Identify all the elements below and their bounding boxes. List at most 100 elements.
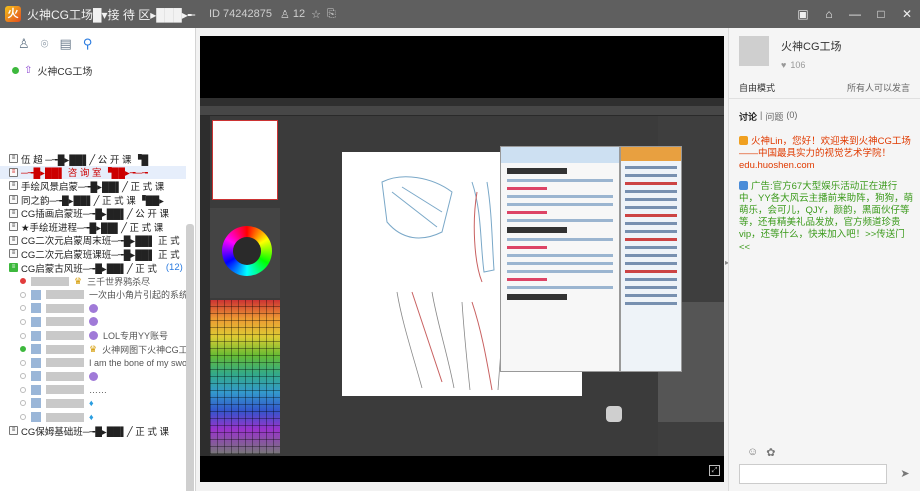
shared-member-list xyxy=(620,146,682,372)
app-logo-icon: 火 xyxy=(5,6,21,22)
window-controls: ▣ ⌂ — □ ✕ xyxy=(796,0,914,28)
member-item[interactable]: ♛火神网图下火神CG工场 xyxy=(0,342,186,356)
ps-navigator-thumb xyxy=(212,120,278,200)
tab-questions[interactable]: 问题 xyxy=(765,110,783,123)
tab-separator: | xyxy=(760,110,763,120)
ps-menubar xyxy=(200,98,724,106)
diamond-icon: ♦ xyxy=(89,398,94,409)
channel-icon: ≡ xyxy=(9,181,18,191)
channel-item-active[interactable]: ≡ CG启蒙古风班─╼█▸██▌╱ 正 式 (12) xyxy=(0,261,186,274)
person-icon: ♙ xyxy=(279,8,290,21)
channel-item[interactable]: ≡ CG保姆基础班─╼█▸██▌╱ 正 式 课 xyxy=(0,424,186,437)
status-icon xyxy=(20,278,26,285)
member-item[interactable]: LOL专用YY账号 xyxy=(0,329,186,343)
member-item[interactable] xyxy=(0,370,186,384)
skin-icon[interactable]: ▣ xyxy=(796,7,810,21)
swatch-grid xyxy=(210,300,280,454)
ps-options-bar xyxy=(200,106,724,116)
member-item[interactable] xyxy=(0,302,186,316)
favorite-star-icon[interactable]: ☆ xyxy=(311,8,321,21)
blurred-name xyxy=(46,358,84,368)
search-icon[interactable]: ⚲ xyxy=(83,36,93,52)
avatar xyxy=(31,330,41,341)
ps-toolbox xyxy=(200,116,210,456)
mode-label: 自由模式 xyxy=(739,83,776,93)
emoji-icon[interactable]: ☺ xyxy=(747,446,758,459)
blurred-name xyxy=(31,276,69,286)
likes[interactable]: ♥ 106 xyxy=(781,60,805,70)
color-panel xyxy=(210,208,280,298)
avatar xyxy=(31,316,41,327)
video-stream[interactable]: ⤢ xyxy=(200,36,724,482)
avatar xyxy=(31,344,41,355)
status-icon xyxy=(20,346,26,353)
blurred-name xyxy=(46,412,84,422)
member-item[interactable]: 一次由小角片引起的系统崩溃 xyxy=(0,288,186,302)
bookmark-icon[interactable]: ▤ xyxy=(59,36,71,52)
channel-item[interactable]: ≡ CG二次元启蒙班课班─╼█▸██▌ 正 式 xyxy=(0,247,186,261)
blurred-name xyxy=(46,398,84,408)
member-item[interactable]: ♦ xyxy=(0,410,186,424)
channel-expanded-icon: ≡ xyxy=(9,263,18,273)
location-icon[interactable]: ⌾ xyxy=(41,36,49,52)
mode-description: 所有人可以发言 xyxy=(846,83,910,93)
shared-chat-window xyxy=(500,146,620,372)
message-welcome: 火神Lin，您好！欢迎来到火神CG工场——中国最具实力的视觉艺术学院！edu.h… xyxy=(739,136,911,172)
title-bar: 火 火神CG工场█▾接 待 区▸███▸╾ ID 74242875 ♙ 12 ☆… xyxy=(0,0,920,28)
status-icon xyxy=(20,414,26,421)
diamond-icon: ♦ xyxy=(89,412,94,423)
sidebar-scrollbar[interactable] xyxy=(186,224,194,491)
chat-messages: 火神Lin，您好！欢迎来到火神CG工场——中国最具实力的视觉艺术学院！edu.h… xyxy=(739,136,915,262)
channel-list: ≡ 伍 超 ─╼█▸██▌╱ 公 开 课 ▝█ ≡ ─╼█▸██▌ 咨 询 室 ▝█… xyxy=(0,152,186,437)
avatar xyxy=(31,371,41,382)
channel-icon: ≡ xyxy=(9,195,18,205)
gift-icon[interactable]: ✿ xyxy=(766,446,775,459)
member-count: ♙ 12 xyxy=(279,8,306,21)
channel-item[interactable]: ≡ CG插画启蒙班─╼█▸██▌╱ 公 开 课 xyxy=(0,206,186,220)
channel-item-selected[interactable]: ≡ ─╼█▸██▌ 咨 询 室 ▝██▸╼─╼ xyxy=(0,165,186,180)
member-item[interactable]: ♛ 三千世界鸦杀尽 xyxy=(0,274,186,288)
channel-sidebar: ♙ ⌾ ▤ ⚲ ⇧ 火神CG工场 ≡ 伍 超 ─╼█▸██▌╱ 公 开 课 ▝█ … xyxy=(0,28,196,491)
channel-icon: ≡ xyxy=(9,249,18,259)
question-count: (0) xyxy=(786,110,798,120)
vip-icon: ♛ xyxy=(89,343,98,354)
chat-tabs: 讨论 | 问题 (0) xyxy=(739,110,797,123)
channel-item[interactable]: ≡ 伍 超 ─╼█▸██▌╱ 公 开 课 ▝█ xyxy=(0,152,186,166)
level-badge-icon xyxy=(89,331,98,341)
chat-input[interactable] xyxy=(739,464,887,484)
channel-icon: ≡ xyxy=(9,235,18,245)
level-badge-icon xyxy=(89,303,98,313)
online-status-icon xyxy=(12,66,19,74)
vip-icon: ♛ xyxy=(74,275,83,286)
avatar xyxy=(31,384,41,395)
fullscreen-icon[interactable]: ⤢ xyxy=(709,465,720,476)
member-item[interactable]: ♦ xyxy=(0,397,186,411)
avatar xyxy=(31,289,41,300)
channel-item[interactable]: ≡ ★手绘班进程─╼█▸██▌╱ 正 式 课 xyxy=(0,220,186,234)
member-item[interactable] xyxy=(0,315,186,329)
minimize-button[interactable]: — xyxy=(848,7,862,21)
channel-item[interactable]: ≡ 同之韵─╼█▸██▌╱ 正 式 课 ▝██▸ xyxy=(0,193,186,206)
heart-icon: ♥ xyxy=(781,60,787,70)
tab-discuss[interactable]: 讨论 xyxy=(739,110,757,123)
contacts-icon[interactable]: ♙ xyxy=(18,36,30,52)
home-icon[interactable]: ⌂ xyxy=(822,7,836,21)
blurred-name xyxy=(46,344,84,354)
channel-item[interactable]: ≡ CG二次元启蒙周末班─╼█▸██▌ 正 式 xyxy=(0,234,186,247)
share-icon[interactable]: ⎘ xyxy=(327,8,336,21)
close-button[interactable]: ✕ xyxy=(900,7,914,21)
channel-icon: ≡ xyxy=(9,222,18,232)
level-badge-icon xyxy=(89,371,98,381)
member-item[interactable]: …… xyxy=(0,383,186,397)
channel-item[interactable]: ≡ 手绘风景启蒙─╼█▸██▌╱ 正 式 课 xyxy=(0,179,186,193)
blurred-name xyxy=(46,331,84,341)
member-item[interactable]: I am the bone of my swo xyxy=(0,356,186,370)
status-icon xyxy=(20,359,26,366)
maximize-button[interactable]: □ xyxy=(874,7,888,21)
status-icon xyxy=(20,373,26,380)
avatar xyxy=(31,303,41,314)
send-icon[interactable]: ➤ xyxy=(895,464,915,484)
cursor-icon xyxy=(606,406,622,422)
top-group-item[interactable]: ⇧ 火神CG工场 xyxy=(0,60,195,80)
blurred-name xyxy=(46,317,84,327)
